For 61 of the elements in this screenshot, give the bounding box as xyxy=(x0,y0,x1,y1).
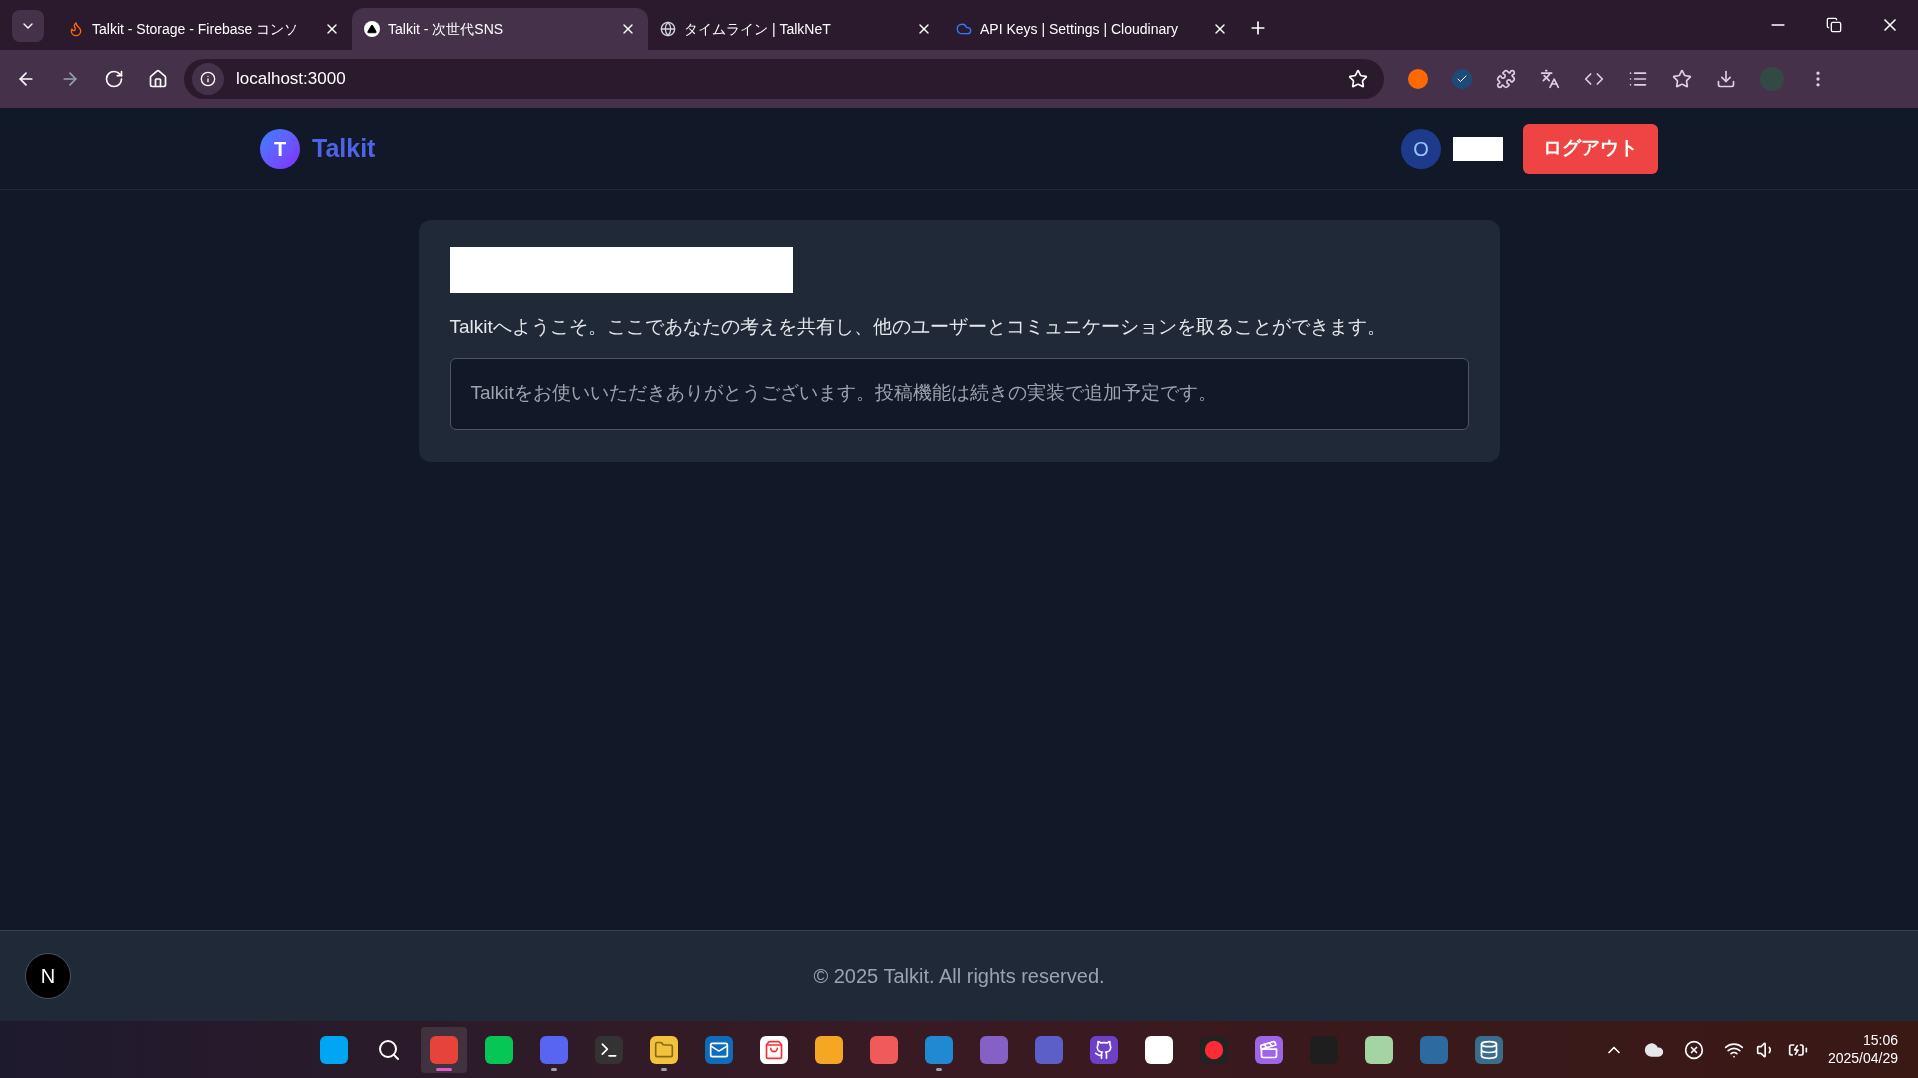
app-icon xyxy=(1475,1035,1503,1064)
app-icon xyxy=(815,1035,843,1064)
logo-badge: T xyxy=(260,128,300,169)
triangle-icon xyxy=(364,21,380,37)
download-icon[interactable] xyxy=(1716,69,1736,89)
url-text: localhost:3000 xyxy=(236,68,347,91)
address-field[interactable]: localhost:3000 xyxy=(184,59,1384,99)
app-icon xyxy=(485,1035,513,1064)
app-icon xyxy=(650,1035,678,1064)
site-info-icon[interactable] xyxy=(192,63,224,95)
app-icon xyxy=(595,1035,623,1064)
restore-icon[interactable] xyxy=(1826,17,1842,33)
app-icon xyxy=(1200,1035,1228,1064)
tab-title: タイムライン | TalkNeT xyxy=(684,19,831,39)
clock-time: 15:06 xyxy=(1862,1032,1898,1050)
tab-title: API Keys | Settings | Cloudinary xyxy=(980,19,1178,39)
favorites-icon[interactable] xyxy=(1672,69,1692,89)
translate-icon[interactable] xyxy=(1540,69,1560,89)
app-icon xyxy=(1035,1035,1063,1064)
reload-icon[interactable] xyxy=(104,69,124,89)
app-icon xyxy=(870,1035,898,1064)
app-icon xyxy=(1145,1035,1173,1064)
redaction-block xyxy=(1453,136,1503,161)
app-icon xyxy=(1255,1035,1283,1064)
app-icon xyxy=(540,1035,568,1064)
app-icon xyxy=(925,1035,953,1064)
browser-tab[interactable]: API Keys | Settings | Cloudinary xyxy=(944,8,1240,50)
tab-title: Talkit - 次世代SNS xyxy=(388,19,504,39)
close-circle-icon[interactable] xyxy=(1683,1039,1704,1060)
copyright-text: © 2025 Talkit. All rights reserved. xyxy=(813,964,1105,989)
app-icon xyxy=(980,1035,1008,1064)
home-icon[interactable] xyxy=(148,69,168,89)
user-avatar[interactable]: O xyxy=(1401,128,1441,169)
browser-tab[interactable]: Talkit - Storage - Firebase コンソ xyxy=(56,8,352,50)
dev-tools-badge[interactable]: N xyxy=(25,953,71,999)
app-icon xyxy=(760,1035,788,1064)
app-icon xyxy=(430,1035,458,1064)
browser-tab[interactable]: タイムライン | TalkNeT xyxy=(648,8,944,50)
browser-tab[interactable]: Talkit - 次世代SNS xyxy=(352,8,648,50)
flame-icon xyxy=(68,21,84,37)
tab-title: Talkit - Storage - Firebase コンソ xyxy=(92,19,299,39)
brand-name[interactable]: Talkit xyxy=(312,129,376,168)
clock-date: 2025/04/29 xyxy=(1827,1049,1898,1067)
tab-list-button[interactable] xyxy=(12,10,44,42)
bookmark-star-icon[interactable] xyxy=(1348,69,1368,89)
check-icon[interactable] xyxy=(1452,69,1472,89)
logout-button[interactable]: ログアウト xyxy=(1523,123,1658,174)
app-icon xyxy=(320,1035,348,1064)
extension-icon[interactable] xyxy=(1408,69,1428,89)
app-icon xyxy=(1420,1035,1448,1064)
notice-text: Talkitをお使いいただきありがとうございます。投稿機能は続きの実装で追加予定です。 xyxy=(470,381,1217,406)
app-icon xyxy=(705,1035,733,1064)
welcome-text: Talkitへようこそ。ここであなたの考えを共有し、他のユーザーとコミュニケーションを取ることができます。 xyxy=(449,315,1387,339)
clock[interactable]: 15:06 2025/04/29 xyxy=(1827,1032,1898,1067)
app-icon xyxy=(1090,1035,1118,1064)
app-icon xyxy=(1310,1035,1338,1064)
app-icon xyxy=(1365,1035,1393,1064)
reading-list-icon[interactable] xyxy=(1628,69,1648,89)
extensions-icon[interactable] xyxy=(1496,69,1516,89)
cloud-icon xyxy=(956,21,972,37)
globe-icon xyxy=(660,21,676,37)
